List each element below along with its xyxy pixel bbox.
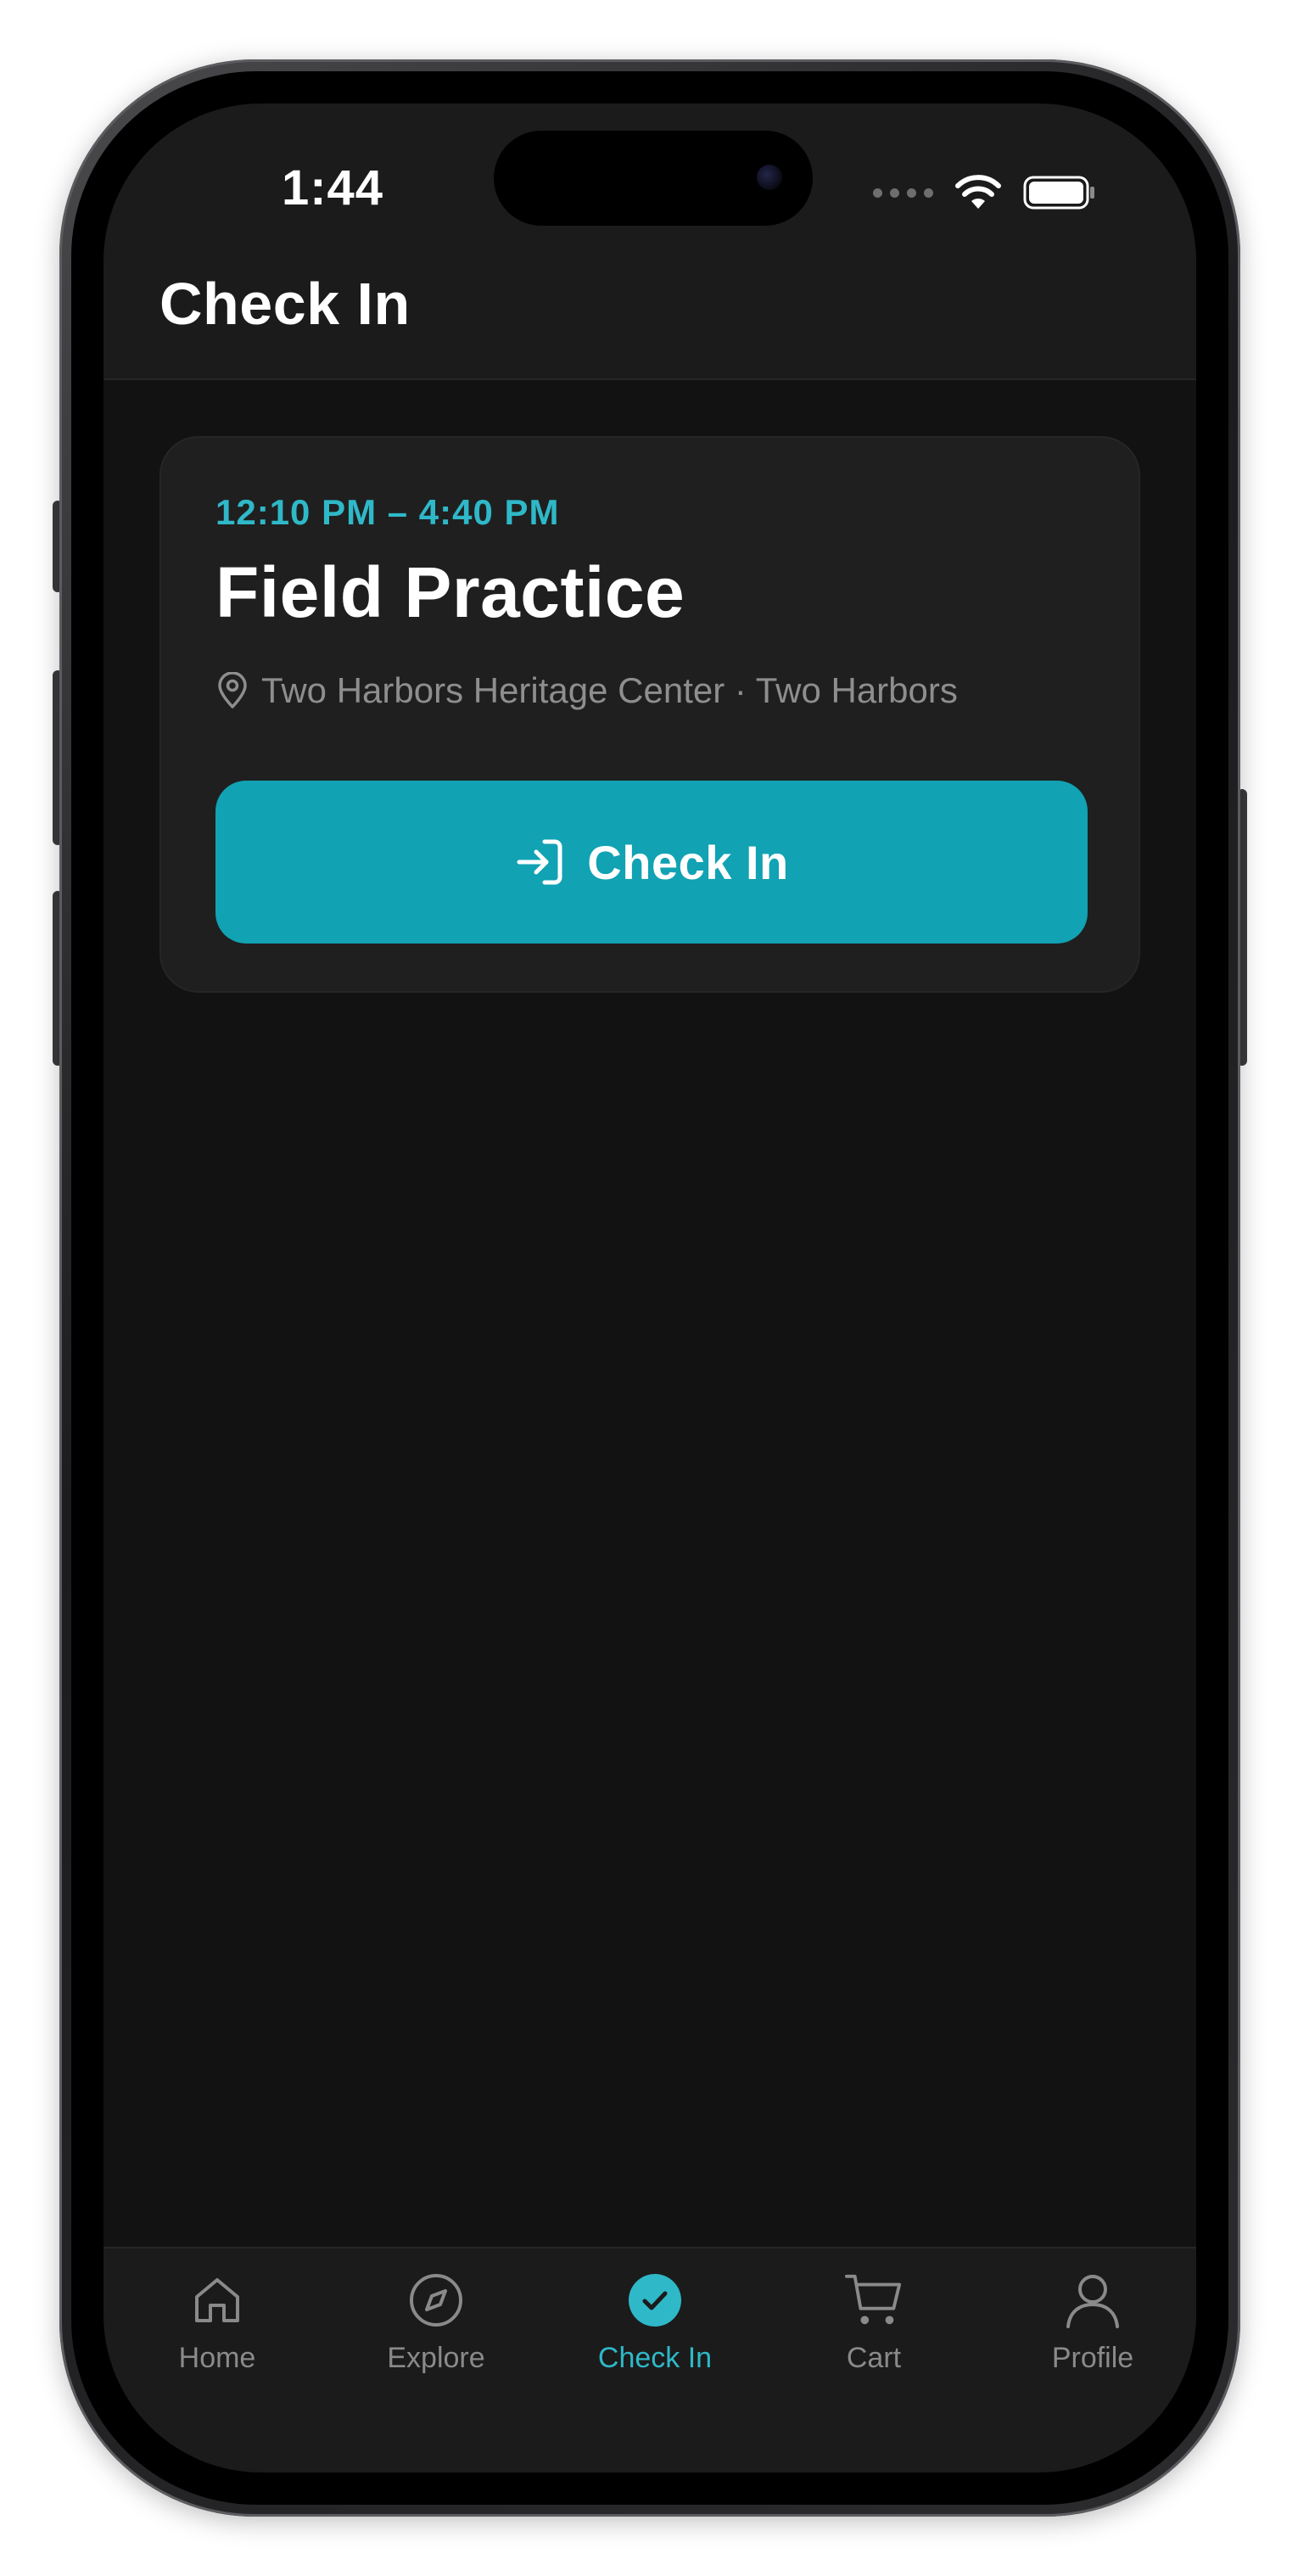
home-icon (195, 2278, 239, 2322)
tab-check-in[interactable]: Check In (553, 2271, 757, 2406)
event-time-range: 12:10 PM – 4:40 PM (215, 492, 560, 532)
tab-profile-label: Profile (1051, 2342, 1134, 2374)
top-header: 1:44 Check In (104, 104, 1196, 380)
check-in-button[interactable]: Check In (215, 781, 1088, 944)
cart-icon (844, 2274, 902, 2325)
event-location-text: Two Harbors Heritage Center · Two Harbor… (261, 670, 958, 710)
bottom-tab-bar: Home Explore Check In Cart Profile (104, 2247, 1196, 2472)
dynamic-island (494, 131, 813, 226)
front-camera (757, 165, 782, 190)
status-time: 1:44 (281, 160, 384, 216)
cellular-signal-icon (873, 188, 933, 198)
login-arrow-icon (517, 839, 562, 885)
tab-check-in-label: Check In (597, 2342, 713, 2374)
location-pin-icon (218, 672, 247, 708)
tab-home[interactable]: Home (115, 2271, 319, 2406)
wifi-icon (955, 175, 1001, 209)
battery-icon (1023, 176, 1094, 210)
check-in-button-label: Check In (587, 835, 789, 889)
person-icon (1066, 2275, 1119, 2328)
device-stage: 1:44 Check In 12:10 PM – 4:40 PM Field P… (0, 0, 1298, 2576)
compass-icon (410, 2274, 462, 2327)
page-title: Check In (159, 271, 411, 337)
checkmark-circle-icon (629, 2274, 681, 2327)
tab-cart-label: Cart (846, 2342, 902, 2374)
status-indicators (873, 171, 1096, 214)
tab-explore[interactable]: Explore (334, 2271, 538, 2406)
tab-explore-label: Explore (387, 2342, 485, 2374)
event-location: Two Harbors Heritage Center · Two Harbor… (215, 670, 958, 711)
tab-home-label: Home (178, 2342, 256, 2374)
tab-profile[interactable]: Profile (991, 2271, 1194, 2406)
event-title: Field Practice (215, 552, 685, 632)
event-card: 12:10 PM – 4:40 PM Field Practice Two Ha… (159, 436, 1140, 993)
app-screen: 1:44 Check In 12:10 PM – 4:40 PM Field P… (104, 104, 1196, 2472)
tab-cart[interactable]: Cart (772, 2271, 976, 2406)
